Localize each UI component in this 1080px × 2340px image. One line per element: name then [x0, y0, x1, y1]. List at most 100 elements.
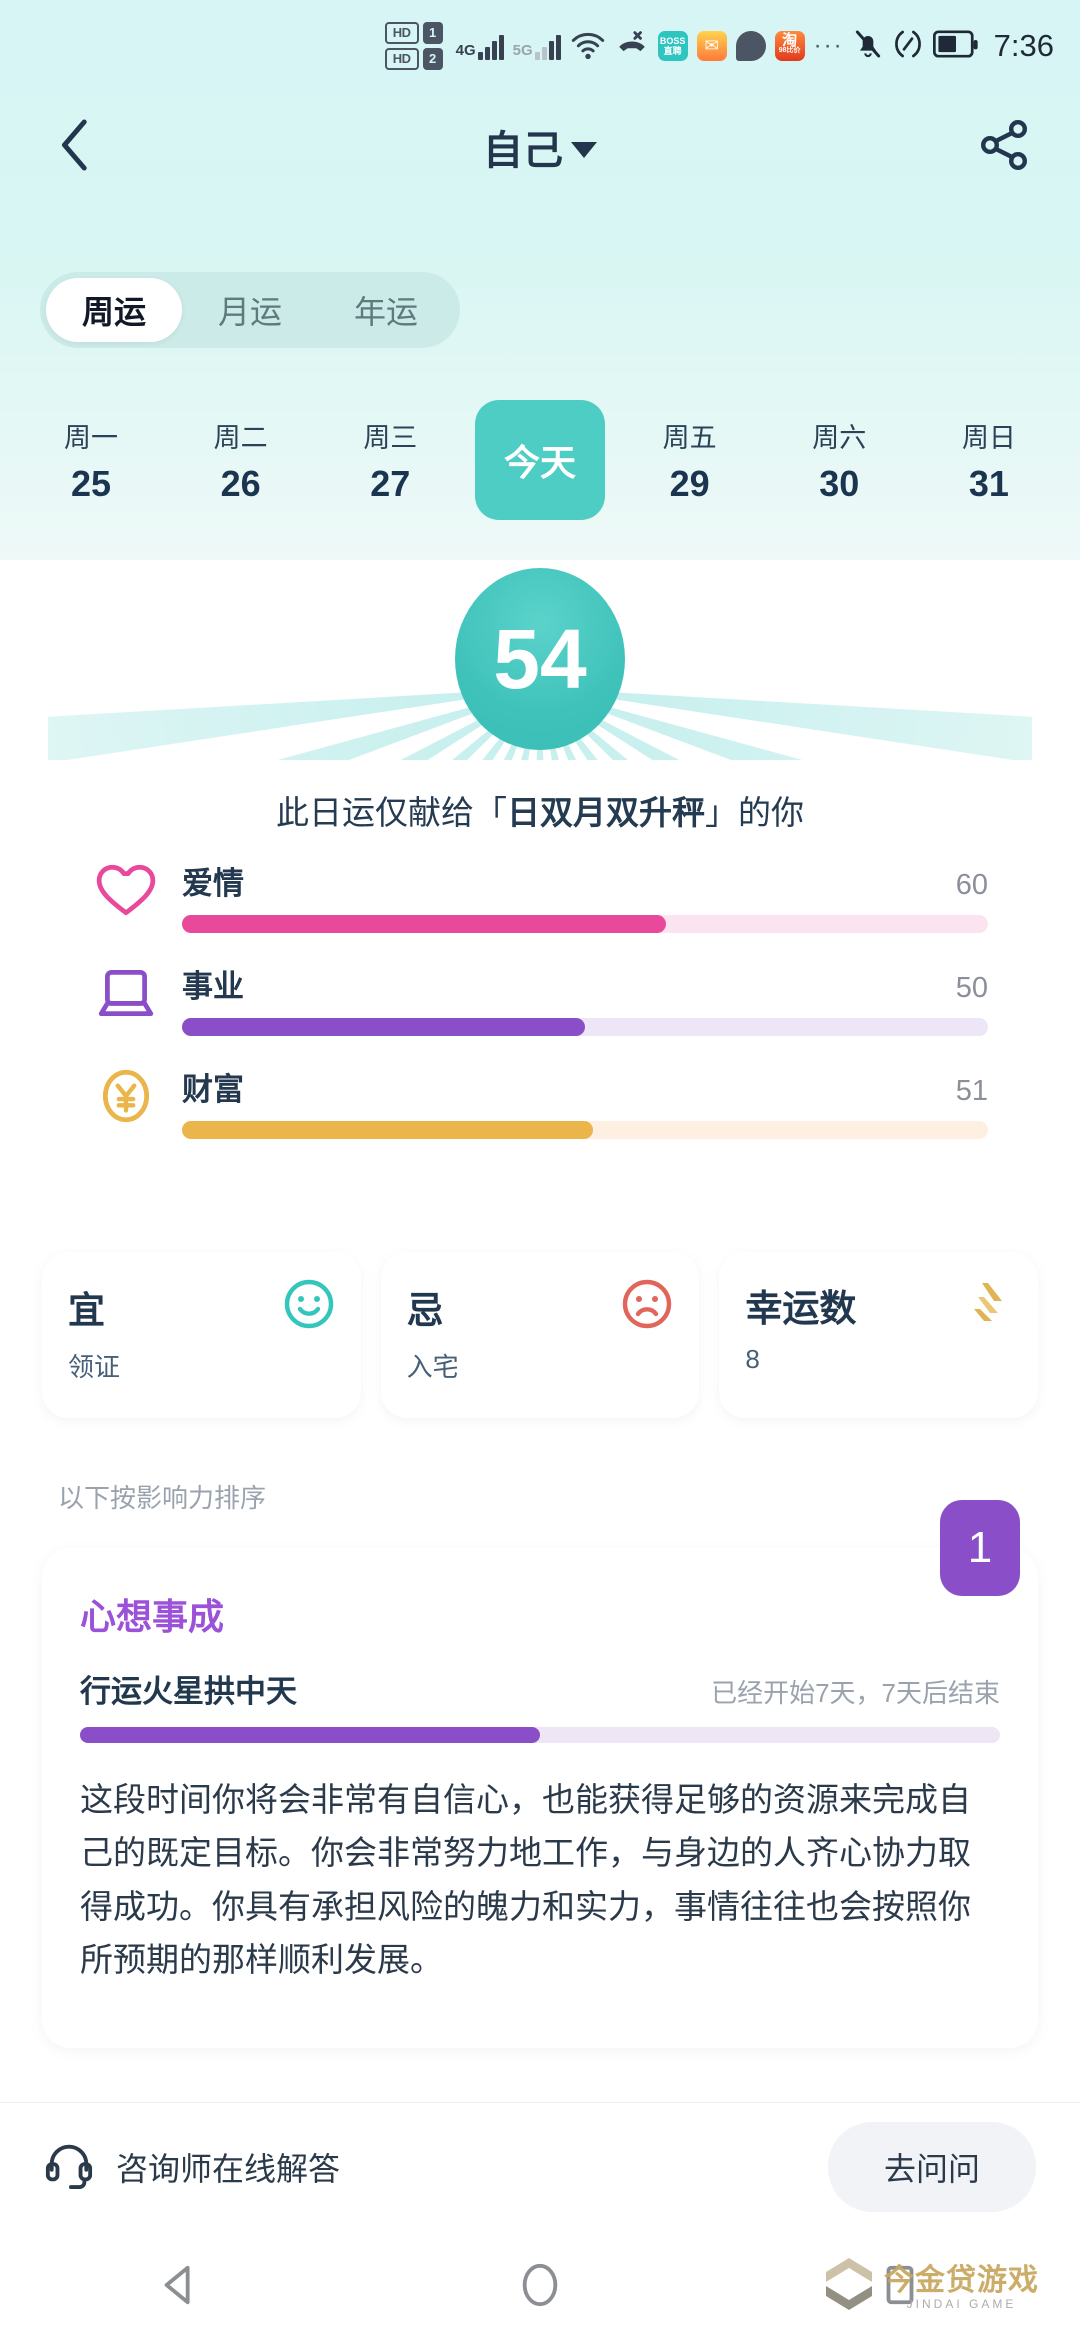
stat-value-love: 60: [955, 869, 988, 901]
hd-sim-indicators: HD 1 HD 2: [384, 22, 443, 70]
zodiac-prefix: 此日运仅献给「: [276, 794, 507, 831]
day-item-wednesday[interactable]: 周三 27: [325, 400, 455, 520]
tab-year[interactable]: 年运: [318, 278, 454, 342]
ask-button[interactable]: 去问问: [827, 2121, 1036, 2212]
transit-subtitle: 行运火星拱中天: [80, 1674, 297, 1709]
day-number: 31: [968, 462, 1009, 504]
day-label: 周一: [64, 422, 118, 453]
stat-bar-fill-wealth: [182, 1121, 594, 1139]
hd-icon-1: HD: [384, 22, 419, 44]
dnd-icon: [892, 28, 924, 65]
day-number: 26: [220, 462, 261, 504]
hd-sim-row-2: HD 2: [384, 48, 443, 70]
day-item-tuesday[interactable]: 周二 26: [176, 400, 306, 520]
card-inauspicious-title: 忌: [406, 1289, 444, 1331]
score-card-body: 此日运仅献给「日双月双升秤」的你 爱情 60 事业 50 财富 51: [48, 760, 1032, 1206]
day-label: 周五: [662, 422, 717, 453]
watermark: 今金贷游戏 JINDAI GAME: [822, 2248, 1062, 2328]
stat-label-wealth: 财富: [182, 1072, 244, 1107]
mail-icon: ✉: [696, 31, 727, 61]
daily-score-bubble: 54: [455, 568, 625, 750]
almanac-cards: 宜 领证 忌 入宅 幸运数 8: [42, 1252, 1039, 1418]
stat-content-wealth: 财富 51: [182, 1062, 988, 1139]
signal-group-5g: 5G: [513, 32, 561, 60]
tab-month[interactable]: 月运: [182, 278, 318, 342]
watermark-main: 今金贷游戏: [884, 2264, 1039, 2297]
boss-zhipin-icon: BOSS 直聘: [657, 31, 688, 61]
hd-icon-2: HD: [384, 48, 419, 70]
headset-icon: [44, 2139, 94, 2194]
stat-content-career: 事业 50: [182, 959, 988, 1036]
chat-bubble-icon: [735, 31, 766, 61]
watermark-logo-icon: [822, 2254, 876, 2323]
daily-score-value: 54: [493, 611, 587, 706]
watermark-text: 今金贷游戏 JINDAI GAME: [884, 2264, 1039, 2312]
overflow-dots-icon: ···: [813, 32, 844, 59]
card-inauspicious-value: 入宅: [406, 1352, 459, 1382]
call-mute-icon: [615, 29, 649, 64]
card-lucky-number[interactable]: 幸运数 8: [719, 1252, 1039, 1418]
stat-value-wealth: 51: [955, 1075, 988, 1107]
chevron-left-icon: [56, 117, 96, 178]
chevron-down-icon: [571, 142, 597, 158]
transit-progress-fill: [80, 1727, 540, 1743]
card-lucky-number-title: 幸运数: [745, 1288, 857, 1329]
rank-badge: 1: [940, 1500, 1020, 1596]
signal-group-4g: 4G: [456, 32, 504, 60]
stat-bar-track-career: [182, 1018, 988, 1036]
stat-label-career: 事业: [182, 969, 244, 1004]
stat-bar-fill-career: [182, 1018, 585, 1036]
sim-number-2: 2: [422, 48, 443, 70]
transit-detail-card[interactable]: 心想事成 行运火星拱中天 已经开始7天，7天后结束 这段时间你将会非常有自信心，…: [42, 1548, 1038, 2048]
watermark-sub: JINDAI GAME: [906, 2297, 1017, 2311]
consult-text: 咨询师在线解答: [116, 2150, 341, 2187]
day-item-friday[interactable]: 周五 29: [625, 400, 755, 520]
heart-icon: [92, 856, 160, 924]
stat-bar-track-wealth: [182, 1121, 988, 1139]
day-label: 周三: [363, 422, 418, 453]
stat-row-career: 事业 50: [92, 959, 988, 1036]
back-triangle-icon[interactable]: [145, 2250, 215, 2320]
back-button[interactable]: [48, 117, 104, 178]
consult-info[interactable]: 咨询师在线解答: [44, 2139, 828, 2194]
stat-row-love: 爱情 60: [92, 856, 988, 933]
day-item-saturday[interactable]: 周六 30: [774, 400, 904, 520]
zodiac-dedication-line: 此日运仅献给「日双月双升秤」的你: [48, 760, 1032, 834]
page-title-group[interactable]: 自己: [0, 118, 1080, 176]
transit-description: 这段时间你将会非常有自信心，也能获得足够的资源来完成自己的既定目标。你会非常努力…: [80, 1781, 971, 1979]
transit-title: 心想事成: [80, 1596, 225, 1637]
network-label-4g: 4G: [455, 42, 476, 59]
signal-bars-4g-icon: [477, 32, 504, 60]
today-label: 今天: [503, 442, 576, 483]
share-button[interactable]: [974, 117, 1034, 177]
card-auspicious[interactable]: 宜 领证: [42, 1252, 361, 1418]
card-auspicious-value: 领证: [68, 1352, 121, 1382]
card-inauspicious[interactable]: 忌 入宅: [380, 1252, 700, 1418]
stat-row-wealth: 财富 51: [92, 1062, 988, 1139]
day-item-monday[interactable]: 周一 25: [26, 400, 156, 520]
day-item-sunday[interactable]: 周日 31: [924, 400, 1054, 520]
day-number: 29: [669, 462, 710, 504]
status-bar: HD 1 HD 2 4G 5G BOSS 直聘 ✉ 淘 98比价 ··· 7:3…: [0, 0, 1080, 92]
card-lucky-number-value: 8: [745, 1344, 760, 1374]
lucky-wings-icon: [960, 1279, 1012, 1332]
hd-sim-row-1: HD 1: [384, 22, 443, 44]
period-tabs: 周运 月运 年运: [40, 272, 461, 348]
day-number: 30: [819, 462, 860, 504]
zodiac-suffix: 」的你: [705, 794, 804, 831]
home-circle-icon[interactable]: [505, 2250, 575, 2320]
phone-screen: HD 1 HD 2 4G 5G BOSS 直聘 ✉ 淘 98比价 ··· 7:3…: [0, 0, 1080, 2340]
tab-week[interactable]: 周运: [46, 278, 183, 342]
zodiac-name: 日双月双升秤: [507, 794, 705, 831]
day-number: 27: [370, 462, 411, 504]
transit-duration-meta: 已经开始7天，7天后结束: [711, 1678, 1000, 1708]
stat-bar-fill-love: [182, 915, 666, 933]
signal-bars-5g-icon: [534, 32, 561, 60]
share-icon: [976, 117, 1032, 178]
laptop-icon: [92, 959, 160, 1027]
day-item-today[interactable]: 今天: [474, 400, 605, 520]
smiley-sad-icon: [621, 1278, 673, 1335]
network-label-5g: 5G: [512, 42, 533, 59]
day-label: 周六: [812, 422, 867, 453]
sort-note: 以下按影响力排序: [58, 1483, 267, 1513]
